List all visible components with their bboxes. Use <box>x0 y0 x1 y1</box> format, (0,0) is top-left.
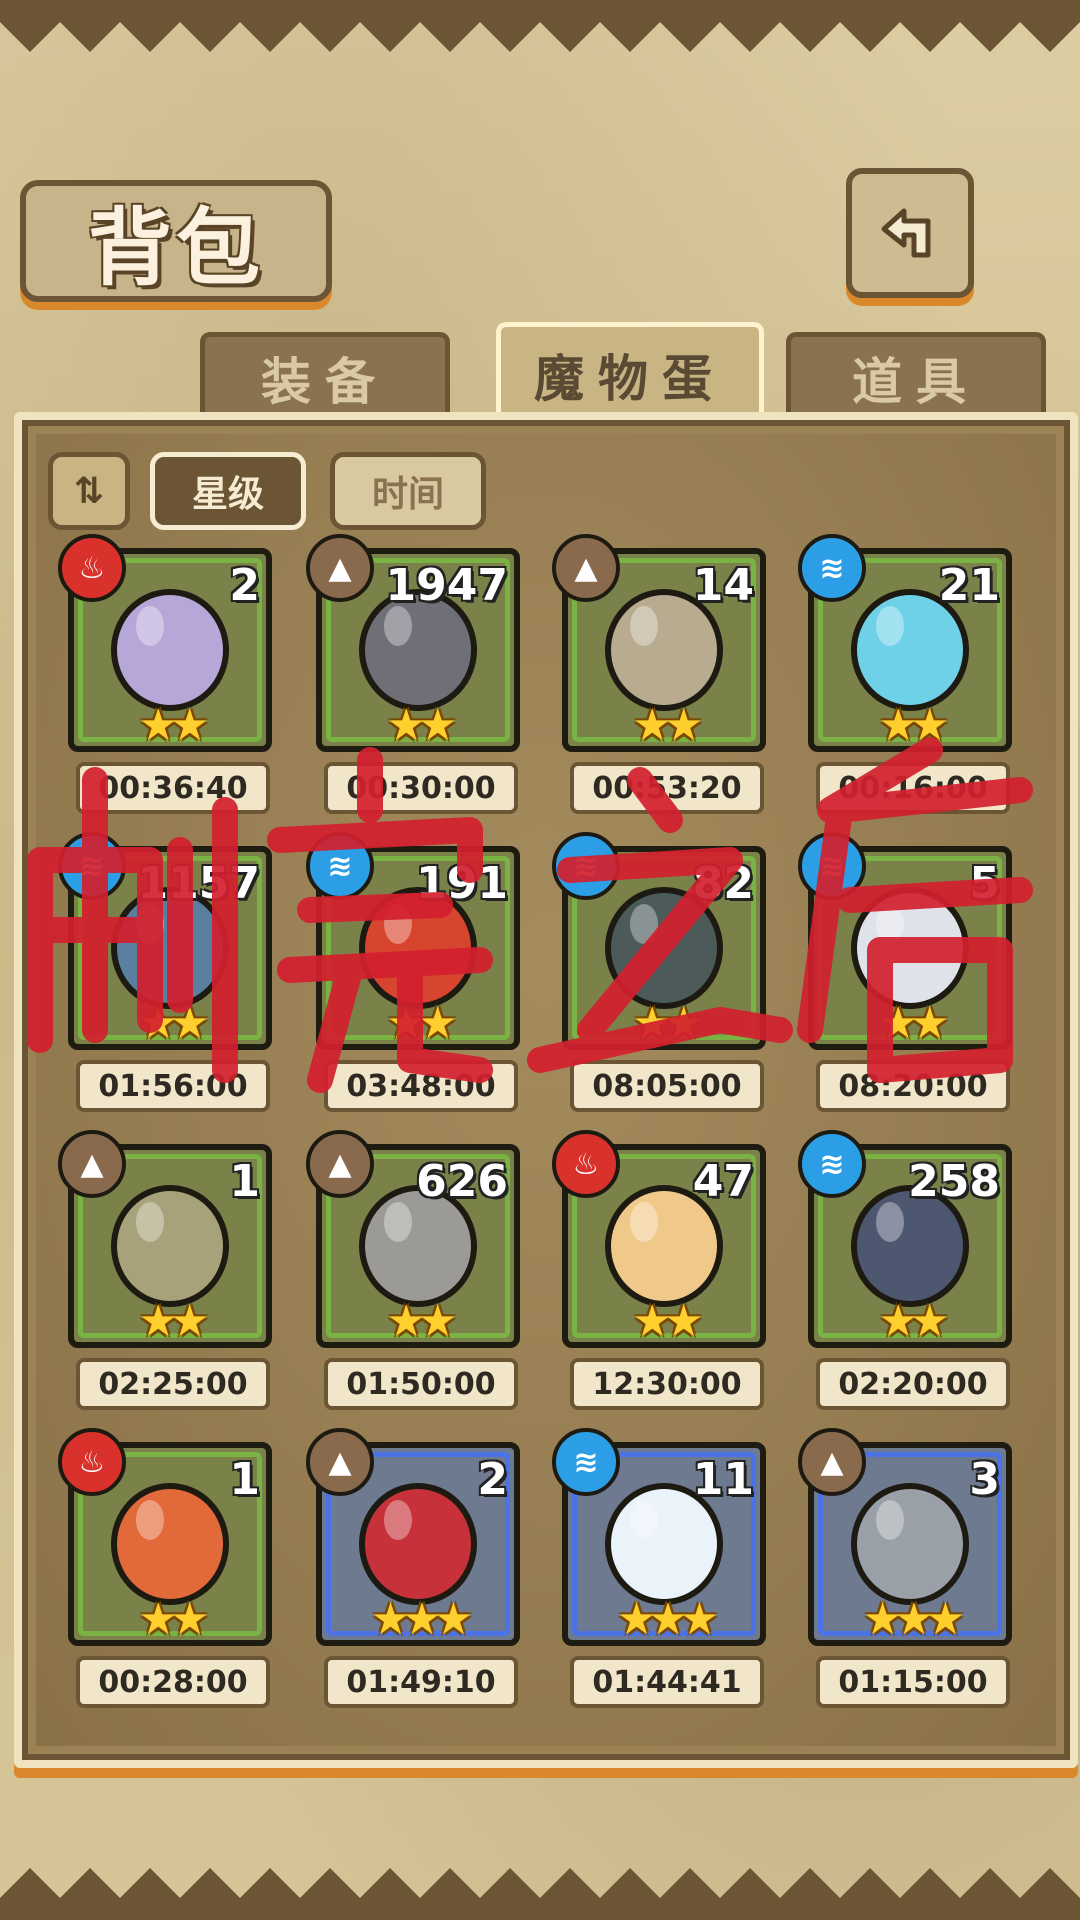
sort-by-star-button[interactable]: 星级 <box>150 452 306 530</box>
star-rating: ★★ <box>138 1594 210 1645</box>
star-rating: ★★ <box>878 1296 950 1347</box>
back-arrow-icon <box>881 208 931 258</box>
egg-count: 14 <box>692 560 754 611</box>
water-element-icon: ≋ <box>798 832 866 900</box>
water-element-icon: ≋ <box>552 1428 620 1496</box>
hatch-timer: 08:20:00 <box>816 1060 1010 1112</box>
egg-count: 2 <box>477 1454 508 1505</box>
fire-element-icon: ♨ <box>58 534 126 602</box>
hatch-timer: 01:44:41 <box>570 1656 764 1708</box>
sort-by-star-label: 星级 <box>191 474 264 515</box>
egg-count: 1157 <box>137 858 260 909</box>
earth-element-icon: ▲ <box>798 1428 866 1496</box>
earth-element-icon: ▲ <box>58 1130 126 1198</box>
bottom-zigzag-border <box>0 1868 1080 1920</box>
hatch-timer: 00:16:00 <box>816 762 1010 814</box>
tab-items[interactable]: 道具 <box>786 332 1046 419</box>
fire-element-icon: ♨ <box>58 1428 126 1496</box>
star-rating: ★★ <box>386 1296 458 1347</box>
star-rating: ★★ <box>386 700 458 751</box>
hatch-timer: 00:36:40 <box>76 762 270 814</box>
water-element-icon: ≋ <box>798 534 866 602</box>
sort-by-time-button[interactable]: 时间 <box>330 452 486 530</box>
tab-equipment[interactable]: 装备 <box>200 332 450 419</box>
hatch-timer: 12:30:00 <box>570 1358 764 1410</box>
monster-egg-icon <box>851 1483 969 1605</box>
egg-count: 258 <box>908 1156 1000 1207</box>
water-element-icon: ≋ <box>552 832 620 900</box>
page-title-plate: 背包 <box>20 180 332 302</box>
tab-equipment-label: 装备 <box>261 353 389 411</box>
earth-element-icon: ▲ <box>306 1130 374 1198</box>
earth-element-icon: ▲ <box>306 1428 374 1496</box>
egg-count: 3 <box>969 1454 1000 1505</box>
egg-count: 2 <box>229 560 260 611</box>
tab-bar: 装备 魔物蛋 道具 <box>20 322 1060 423</box>
hatch-timer: 00:53:20 <box>570 762 764 814</box>
egg-count: 11 <box>692 1454 754 1505</box>
hatch-timer: 08:05:00 <box>570 1060 764 1112</box>
hatch-timer: 01:49:10 <box>324 1656 518 1708</box>
water-element-icon: ≋ <box>306 832 374 900</box>
hatch-timer: 02:25:00 <box>76 1358 270 1410</box>
star-rating: ★★★ <box>370 1594 473 1645</box>
tab-monster-egg[interactable]: 魔物蛋 <box>496 322 764 423</box>
egg-count: 82 <box>692 858 754 909</box>
star-rating: ★★ <box>138 998 210 1049</box>
monster-egg-icon <box>851 887 969 1009</box>
monster-egg-icon <box>111 1185 229 1307</box>
sort-order-button[interactable]: ⇅ <box>48 452 130 530</box>
star-rating: ★★ <box>632 1296 704 1347</box>
star-rating: ★★ <box>138 700 210 751</box>
hatch-timer: 01:50:00 <box>324 1358 518 1410</box>
water-element-icon: ≋ <box>58 832 126 900</box>
star-rating: ★★ <box>632 998 704 1049</box>
egg-count: 5 <box>969 858 1000 909</box>
hatch-timer: 03:48:00 <box>324 1060 518 1112</box>
tab-monster-egg-label: 魔物蛋 <box>534 350 726 408</box>
star-rating: ★★ <box>878 998 950 1049</box>
hatch-timer: 01:15:00 <box>816 1656 1010 1708</box>
monster-egg-icon <box>359 1483 477 1605</box>
monster-egg-icon <box>111 1483 229 1605</box>
hatch-timer: 00:28:00 <box>76 1656 270 1708</box>
water-element-icon: ≋ <box>798 1130 866 1198</box>
page-title: 背包 <box>87 197 264 297</box>
egg-count: 1947 <box>385 560 508 611</box>
hatch-timer: 00:30:00 <box>324 762 518 814</box>
star-rating: ★★★ <box>862 1594 965 1645</box>
star-rating: ★★ <box>386 998 458 1049</box>
egg-count: 47 <box>692 1156 754 1207</box>
egg-count: 1 <box>229 1156 260 1207</box>
fire-element-icon: ♨ <box>552 1130 620 1198</box>
egg-count: 21 <box>938 560 1000 611</box>
sort-order-icon: ⇅ <box>73 470 105 512</box>
hatch-timer: 01:56:00 <box>76 1060 270 1112</box>
star-rating: ★★ <box>878 700 950 751</box>
hatch-timer: 02:20:00 <box>816 1358 1010 1410</box>
earth-element-icon: ▲ <box>552 534 620 602</box>
earth-element-icon: ▲ <box>306 534 374 602</box>
star-rating: ★★ <box>138 1296 210 1347</box>
back-button[interactable] <box>846 168 974 298</box>
star-rating: ★★ <box>632 700 704 751</box>
egg-count: 191 <box>416 858 508 909</box>
tab-items-label: 道具 <box>852 353 980 411</box>
sort-by-time-label: 时间 <box>371 474 444 515</box>
top-zigzag-border <box>0 0 1080 52</box>
egg-count: 1 <box>229 1454 260 1505</box>
monster-egg-icon <box>111 589 229 711</box>
star-rating: ★★★ <box>616 1594 719 1645</box>
egg-count: 626 <box>416 1156 508 1207</box>
